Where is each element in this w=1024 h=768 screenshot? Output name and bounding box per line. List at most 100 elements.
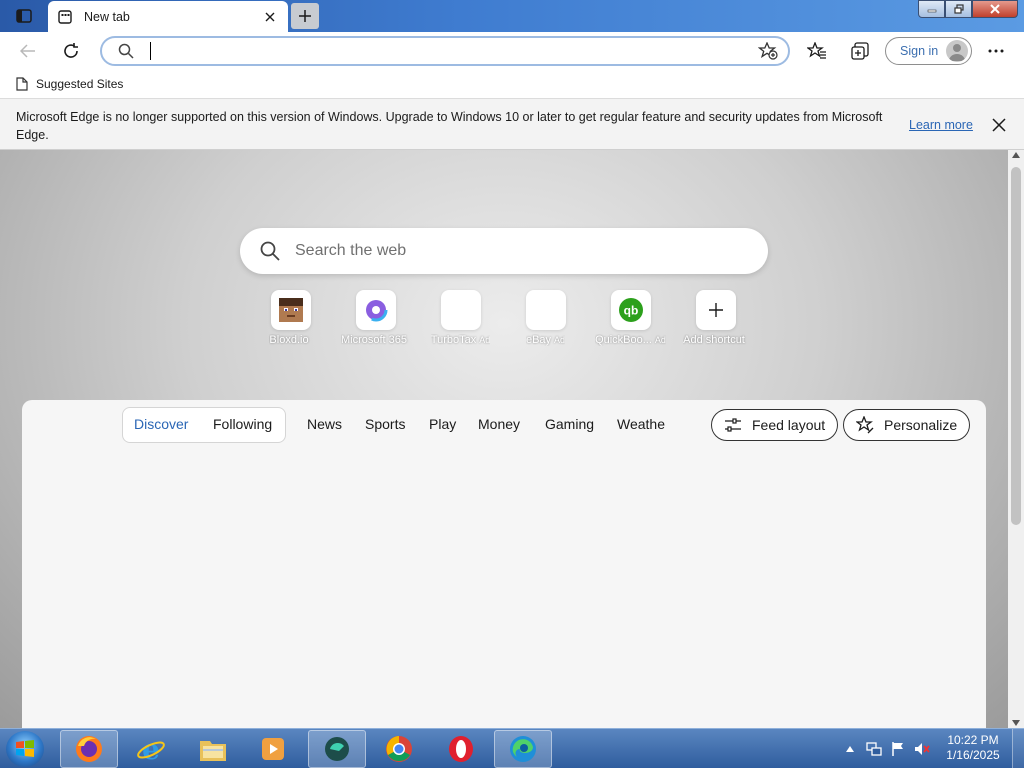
ebay-icon	[525, 290, 566, 330]
tab-news[interactable]: News	[307, 416, 342, 432]
page-scrollbar[interactable]	[1008, 150, 1024, 728]
search-icon	[118, 43, 134, 62]
chrome-icon	[386, 736, 412, 762]
shortcut-quickbooks[interactable]: qb QuickBoo... Ad	[588, 290, 673, 346]
collections-button[interactable]	[848, 38, 874, 64]
quickbooks-icon: qb	[610, 290, 651, 330]
new-tab-button[interactable]	[291, 3, 319, 29]
svg-text:qb: qb	[623, 304, 638, 318]
svg-text:e: e	[142, 734, 160, 764]
sliders-icon	[725, 418, 741, 432]
feed-layout-label: Feed layout	[752, 417, 826, 433]
tab-actions-button[interactable]	[8, 5, 40, 27]
settings-more-button[interactable]	[983, 38, 1009, 64]
refresh-button[interactable]	[58, 38, 84, 64]
scroll-up-arrow-icon[interactable]	[1012, 152, 1020, 158]
shortcut-bloxd[interactable]: Bloxd.io	[248, 290, 333, 346]
search-icon	[260, 241, 280, 264]
close-icon	[990, 4, 1000, 14]
microsoft-365-icon	[355, 290, 396, 330]
browser-toolbar: Sign in	[0, 32, 1024, 70]
scrollbar-thumb[interactable]	[1011, 167, 1021, 525]
taskbar-file-explorer[interactable]	[184, 730, 242, 768]
plus-icon	[299, 10, 311, 22]
unsupported-windows-infobar: Microsoft Edge is no longer supported on…	[0, 98, 1024, 150]
plus-icon	[695, 290, 736, 330]
tab-play[interactable]: Play	[429, 416, 456, 432]
shortcut-ebay[interactable]: eBay Ad	[503, 290, 588, 346]
suggested-sites-link[interactable]: Suggested Sites	[16, 77, 123, 91]
star-edit-icon	[856, 416, 874, 434]
shortcut-label: TurboTax Ad	[430, 334, 491, 346]
minimize-button[interactable]	[918, 0, 945, 18]
content-feed: Discover Following News Sports Play Mone…	[22, 400, 986, 728]
taskbar-app[interactable]	[308, 730, 366, 768]
show-desktop-button[interactable]	[1012, 729, 1024, 768]
minimize-icon	[927, 9, 936, 13]
back-button[interactable]	[15, 38, 41, 64]
shortcut-label: Bloxd.io	[269, 334, 309, 346]
tab-title: New tab	[84, 9, 130, 24]
personalize-button[interactable]: Personalize	[843, 409, 971, 441]
tab-discover[interactable]: Discover	[134, 416, 188, 432]
infobar-close-button[interactable]	[990, 116, 1008, 134]
file-explorer-icon	[200, 741, 226, 761]
shortcut-label: Microsoft 365	[340, 334, 408, 346]
favorites-button[interactable]	[804, 38, 830, 64]
tab-new-tab[interactable]: New tab	[48, 1, 288, 32]
tab-money[interactable]: Money	[478, 416, 520, 432]
refresh-icon	[64, 43, 78, 58]
quick-links: Bloxd.io Microsoft 365 TurboTax Ad eBay Ad…	[248, 290, 758, 346]
tab-actions-icon	[16, 9, 32, 23]
close-window-button[interactable]	[972, 0, 1018, 18]
tab-close-button[interactable]	[262, 9, 278, 25]
start-button[interactable]	[6, 731, 44, 767]
window-controls	[918, 0, 1018, 18]
show-hidden-icons-button[interactable]	[840, 739, 860, 759]
shortcut-label: eBay Ad	[525, 334, 566, 346]
shortcut-turbotax[interactable]: TurboTax Ad	[418, 290, 503, 346]
action-center-flag-icon[interactable]	[888, 739, 908, 759]
tab-weather[interactable]: Weathe	[617, 416, 665, 432]
shortcut-microsoft-365[interactable]: Microsoft 365	[333, 290, 418, 346]
shortcut-label: Add shortcut	[683, 334, 745, 346]
address-bar[interactable]	[100, 36, 790, 66]
address-input[interactable]	[154, 40, 744, 62]
taskbar-edge[interactable]	[494, 730, 552, 768]
feed-layout-button[interactable]: Feed layout	[711, 409, 839, 441]
taskbar-firefox[interactable]	[60, 730, 118, 768]
turbotax-icon	[440, 290, 481, 330]
collections-icon	[851, 42, 869, 60]
volume-muted-icon[interactable]	[912, 739, 932, 759]
restore-button[interactable]	[945, 0, 972, 18]
web-search-placeholder: Search the web	[295, 242, 407, 259]
back-arrow-icon	[20, 44, 35, 58]
taskbar-internet-explorer[interactable]: e	[122, 730, 180, 768]
title-bar: New tab	[0, 0, 1024, 32]
taskbar-clock[interactable]: 10:22 PM 1/16/2025	[940, 733, 1006, 763]
add-shortcut-button[interactable]: Add shortcut	[673, 290, 758, 346]
more-dots-icon	[988, 49, 1004, 53]
network-icon[interactable]	[864, 739, 884, 759]
app-icon	[325, 737, 349, 761]
bloxd-icon	[270, 290, 311, 330]
new-tab-page: Search the web Bloxd.io Microsoft 365 Tu…	[0, 150, 1008, 728]
taskbar-chrome[interactable]	[370, 730, 428, 768]
taskbar-opera[interactable]	[432, 730, 490, 768]
learn-more-link[interactable]: Learn more	[909, 118, 973, 132]
tab-sports[interactable]: Sports	[365, 416, 405, 432]
web-search-box[interactable]: Search the web	[240, 228, 768, 274]
avatar-icon	[946, 40, 968, 62]
sign-in-button[interactable]: Sign in	[885, 37, 972, 65]
add-favorite-button[interactable]	[757, 41, 778, 63]
suggested-sites-label: Suggested Sites	[36, 77, 124, 91]
restore-icon	[953, 4, 964, 14]
scroll-down-arrow-icon[interactable]	[1012, 720, 1020, 726]
page-icon	[16, 77, 28, 91]
windows-taskbar: e 10:22 PM 1/16/2025	[0, 728, 1024, 768]
tab-gaming[interactable]: Gaming	[545, 416, 594, 432]
new-tab-page-icon	[58, 9, 72, 24]
taskbar-media-player[interactable]	[244, 730, 302, 768]
media-player-icon	[262, 738, 284, 760]
tab-following[interactable]: Following	[213, 416, 272, 432]
